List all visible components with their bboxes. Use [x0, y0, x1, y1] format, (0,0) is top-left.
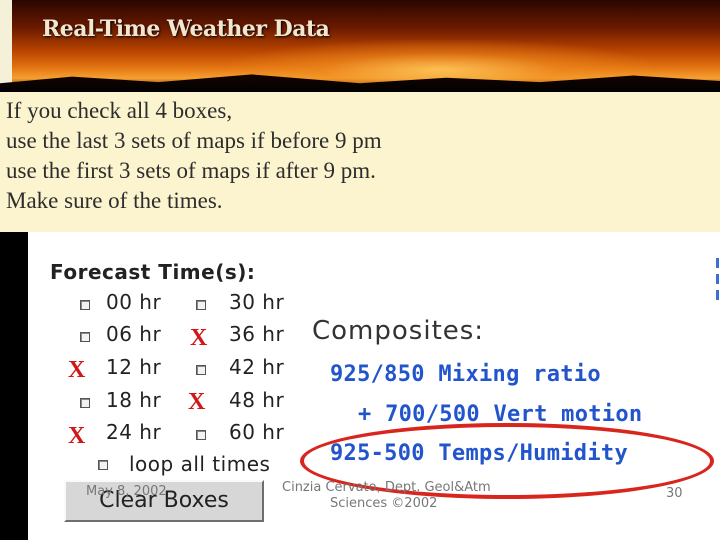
checkbox-12hr-marked[interactable]: X: [68, 358, 85, 382]
page-title: Real-Time Weather Data: [42, 16, 330, 42]
label-60hr: 60 hr: [229, 420, 285, 444]
label-30hr: 30 hr: [229, 290, 285, 314]
edge-fragment: [714, 252, 720, 332]
checkbox-00hr[interactable]: [80, 300, 90, 310]
label-00hr: 00 hr: [106, 290, 162, 314]
note-line-1: If you check all 4 boxes,: [6, 98, 233, 123]
composites-title: Composites:: [312, 316, 485, 346]
label-24hr: 24 hr: [106, 420, 162, 444]
checkbox-42hr[interactable]: [196, 365, 206, 375]
link-mixing-ratio[interactable]: 925/850 Mixing ratio: [330, 362, 601, 387]
footer-credit-2: Sciences ©2002: [330, 496, 438, 511]
label-18hr: 18 hr: [106, 388, 162, 412]
checkbox-36hr-marked[interactable]: X: [190, 326, 207, 350]
label-42hr: 42 hr: [229, 355, 285, 379]
note-line-3: use the first 3 sets of maps if after 9 …: [6, 158, 376, 183]
label-loop-all: loop all times: [129, 452, 271, 476]
checkbox-30hr[interactable]: [196, 300, 206, 310]
label-36hr: 36 hr: [229, 322, 285, 346]
checkbox-18hr[interactable]: [80, 398, 90, 408]
instruction-note: If you check all 4 boxes, use the last 3…: [0, 92, 720, 232]
footer-credit-1: Cinzia Cervato, Dept. Geol&Atm: [282, 480, 491, 495]
footer-date: May 8, 2002: [86, 484, 167, 499]
label-12hr: 12 hr: [106, 355, 162, 379]
left-strip: [0, 0, 12, 92]
checkbox-24hr-marked[interactable]: X: [68, 424, 85, 448]
header-banner: Real-Time Weather Data: [0, 0, 720, 92]
checkbox-loop-all[interactable]: [98, 460, 108, 470]
label-48hr: 48 hr: [229, 388, 285, 412]
note-line-4: Make sure of the times.: [6, 188, 223, 213]
checkbox-06hr[interactable]: [80, 332, 90, 342]
note-line-2: use the last 3 sets of maps if before 9 …: [6, 128, 382, 153]
footer-page-number: 30: [666, 486, 683, 501]
checkbox-60hr[interactable]: [196, 430, 206, 440]
forecast-title: Forecast Time(s):: [50, 260, 256, 284]
label-06hr: 06 hr: [106, 322, 162, 346]
checkbox-48hr-marked[interactable]: X: [188, 390, 205, 414]
